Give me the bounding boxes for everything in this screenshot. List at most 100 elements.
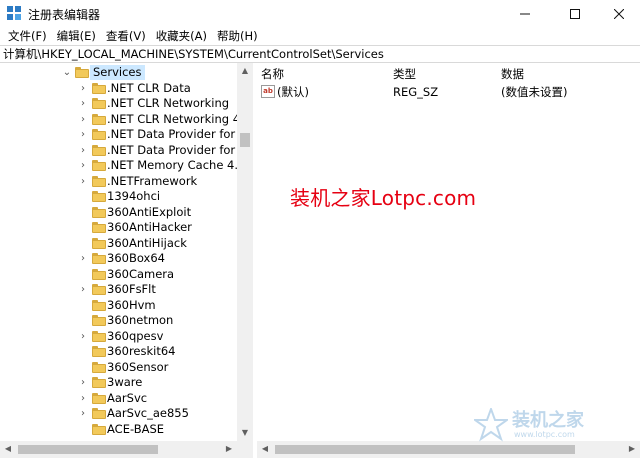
tree-horizontal-scrollbar[interactable]: ◀ ▶ <box>0 441 237 458</box>
expand-arrow-icon[interactable]: › <box>78 251 88 266</box>
tree-item-label: .NET CLR Networking 4.0 <box>107 111 252 126</box>
tree-item[interactable]: 1394ohci <box>0 189 236 205</box>
tree-item[interactable]: › 360FsFlt <box>0 282 236 298</box>
tree-item-label: .NETFramework <box>107 173 198 188</box>
expand-arrow-icon[interactable]: › <box>78 174 88 189</box>
scroll-left-icon[interactable]: ◀ <box>0 441 16 457</box>
expand-arrow-icon[interactable]: › <box>78 282 88 297</box>
tree-item[interactable]: › .NETFramework <box>0 174 236 190</box>
tree-item[interactable]: › .NET CLR Networking 4.0 <box>0 112 251 128</box>
tree-item[interactable]: › 360qpesv <box>0 329 236 345</box>
menu-favorites[interactable]: 收藏夹(A) <box>151 28 212 44</box>
tree-item[interactable]: 360reskit64 <box>0 344 236 360</box>
tree-item-label: 360Box64 <box>107 251 165 265</box>
tree-item[interactable]: › .NET CLR Networking <box>0 96 236 112</box>
tree-item[interactable]: 360AntiExploit <box>0 205 236 221</box>
scroll-down-icon[interactable]: ▼ <box>237 425 253 441</box>
logo-url: www.lotpc.com <box>514 430 575 439</box>
value-list: 名称 类型 数据 ab (默认) REG_SZ (数值未设置) 装机之家Lotp… <box>257 63 640 441</box>
folder-icon <box>92 346 106 357</box>
tree-item[interactable]: › .NET Data Provider for Sq <box>0 143 252 159</box>
column-header-name[interactable]: 名称 <box>261 66 284 82</box>
tree-item[interactable]: 360AntiHacker <box>0 220 236 236</box>
expand-arrow-icon[interactable]: › <box>78 406 88 421</box>
value-row[interactable]: ab (默认) REG_SZ (数值未设置) <box>257 84 640 100</box>
tree-item[interactable]: › 3ware <box>0 375 236 391</box>
menu-help[interactable]: 帮助(H) <box>212 28 263 44</box>
folder-icon <box>92 408 106 419</box>
registry-editor-icon <box>7 6 21 20</box>
minimize-icon <box>520 13 530 14</box>
tree-vertical-scrollbar[interactable]: ▲ ▼ <box>237 63 253 441</box>
menu-edit[interactable]: 编辑(E) <box>52 28 101 44</box>
folder-icon <box>92 268 106 280</box>
tree-item-label: AarSvc <box>107 390 148 405</box>
folder-icon <box>92 299 106 311</box>
site-logo: 装机之家 www.lotpc.com <box>472 404 632 448</box>
tree-item[interactable]: › .NET CLR Data <box>0 81 236 97</box>
tree-item[interactable]: 360Camera <box>0 267 236 283</box>
value-name: (默认) <box>277 85 309 99</box>
tree-horizontal-scroll-thumb[interactable] <box>18 445 158 454</box>
tree-vertical-scroll-thumb[interactable] <box>240 133 250 147</box>
folder-icon <box>92 191 106 202</box>
tree-item[interactable]: › AarSvc <box>0 391 236 407</box>
tree-item-label: 360reskit64 <box>107 344 176 358</box>
menu-file[interactable]: 文件(F) <box>3 28 52 44</box>
tree-item[interactable]: › .NET Memory Cache 4.0 <box>0 158 245 174</box>
logo-name: 装机之家 <box>512 410 584 431</box>
folder-icon <box>92 206 106 218</box>
expand-arrow-icon[interactable]: › <box>78 391 88 406</box>
tree-item-services[interactable]: ⌄ Services <box>0 65 236 81</box>
tree-item[interactable]: 360netmon <box>0 313 236 329</box>
folder-icon <box>92 392 106 404</box>
tree-item-label: 360AntiHijack <box>107 235 187 250</box>
scroll-right-icon[interactable]: ▶ <box>221 441 237 457</box>
star-logo-icon <box>474 408 508 442</box>
expand-arrow-icon[interactable]: › <box>78 112 88 127</box>
tree-item[interactable]: ACE-BASE <box>0 422 236 438</box>
scroll-left-icon[interactable]: ◀ <box>257 441 273 457</box>
scrollbar-corner <box>237 441 253 458</box>
folder-icon <box>92 160 106 171</box>
folder-icon <box>92 284 106 295</box>
tree-item-label: 360netmon <box>107 313 174 327</box>
tree-item[interactable]: › AarSvc_ae855 <box>0 406 236 422</box>
tree-item-label: 360Camera <box>107 266 175 281</box>
tree-item-label: .NET CLR Networking <box>107 96 230 110</box>
tree-item[interactable]: 360Hvm <box>0 298 236 314</box>
scroll-up-icon[interactable]: ▲ <box>237 63 253 79</box>
collapse-arrow-icon[interactable]: ⌄ <box>62 65 72 80</box>
expand-arrow-icon[interactable]: › <box>78 143 88 158</box>
menu-view[interactable]: 查看(V) <box>101 28 151 44</box>
menu-bar: 文件(F) 编辑(E) 查看(V) 收藏夹(A) 帮助(H) <box>0 27 640 45</box>
tree-item-label: 360Sensor <box>107 359 169 374</box>
tree-item-label: Services <box>90 65 145 80</box>
column-header-data[interactable]: 数据 <box>501 66 524 82</box>
title-bar: 注册表编辑器 <box>0 0 640 27</box>
tree-item[interactable]: 360AntiHijack <box>0 236 236 252</box>
tree-item[interactable]: › 360Box64 <box>0 251 236 267</box>
tree-item[interactable]: 360Sensor <box>0 360 236 376</box>
minimize-button[interactable] <box>502 0 548 27</box>
expand-arrow-icon[interactable]: › <box>78 158 88 173</box>
maximize-button[interactable] <box>552 0 598 27</box>
folder-icon <box>92 377 106 388</box>
expand-arrow-icon[interactable]: › <box>78 127 88 142</box>
tree-item-label: .NET Data Provider for Sq <box>107 142 253 157</box>
expand-arrow-icon[interactable]: › <box>78 81 88 96</box>
expand-arrow-icon[interactable]: › <box>78 329 88 344</box>
value-data: (数值未设置) <box>501 85 568 99</box>
folder-icon <box>92 175 106 187</box>
tree-item-label: ACE-BASE <box>107 421 165 436</box>
tree-item-label: .NET CLR Data <box>107 80 191 95</box>
expand-arrow-icon[interactable]: › <box>78 375 88 390</box>
folder-icon <box>92 253 106 264</box>
column-header-type[interactable]: 类型 <box>393 66 416 82</box>
tree-item-label: 3ware <box>107 375 143 389</box>
tree-item[interactable]: › .NET Data Provider for Or <box>0 127 252 143</box>
address-bar[interactable]: 计算机\HKEY_LOCAL_MACHINE\SYSTEM\CurrentCon… <box>0 45 640 63</box>
close-button[interactable] <box>596 0 640 27</box>
tree-item-label: .NET Data Provider for Or <box>107 127 253 141</box>
expand-arrow-icon[interactable]: › <box>78 96 88 111</box>
